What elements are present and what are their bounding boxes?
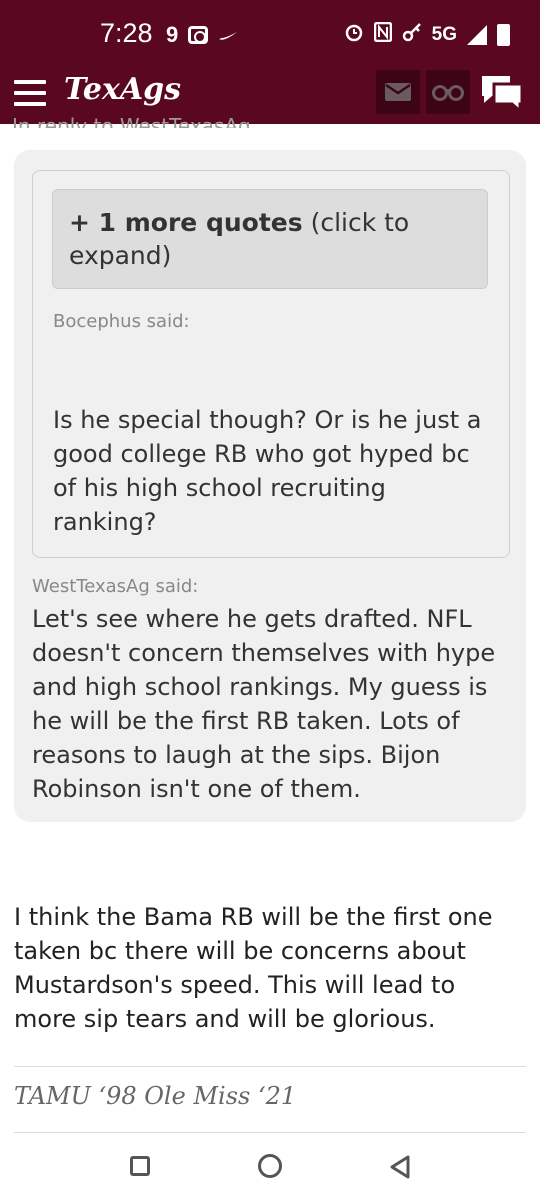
mail-icon <box>385 83 411 101</box>
user-signature: TAMU ‘98 Ole Miss ‘21 <box>14 1082 297 1110</box>
mail-button[interactable] <box>376 70 420 114</box>
nested-quote: + 1 more quotes (click to expand) Boceph… <box>32 170 510 558</box>
swoosh-icon <box>218 22 238 48</box>
expand-quotes-count: + 1 more quotes <box>69 208 303 237</box>
site-logo[interactable]: TexAgs <box>64 72 181 107</box>
chat-icon <box>482 76 524 115</box>
alarm-icon <box>344 22 364 48</box>
quote-block: + 1 more quotes (click to expand) Boceph… <box>14 150 526 822</box>
menu-icon[interactable] <box>14 80 46 108</box>
home-icon[interactable] <box>258 1154 282 1178</box>
key-icon <box>402 22 422 48</box>
quote-author: Bocephus said: <box>53 311 190 332</box>
network-label: 5G <box>431 24 457 45</box>
expand-quotes-button[interactable]: + 1 more quotes (click to expand) <box>52 189 488 289</box>
nfc-icon <box>373 21 392 48</box>
quote-text: Let's see where he gets drafted. NFL doe… <box>32 605 496 803</box>
binoculars-icon <box>432 85 464 101</box>
binoculars-button[interactable] <box>426 70 470 114</box>
recent-apps-icon[interactable] <box>130 1156 150 1176</box>
in-reply-to-link[interactable]: In reply to WestTexasAg <box>12 110 532 128</box>
quote-text: Is he special though? Or is he just a go… <box>53 406 482 536</box>
quote-author: WestTexasAg said: <box>32 576 199 597</box>
status-time: 7:28 <box>100 18 153 48</box>
battery-icon <box>497 24 510 46</box>
notification-badge: 9 <box>166 22 179 47</box>
signal-icon <box>467 25 487 45</box>
status-bar: 7:28 9 5G <box>0 0 540 66</box>
post-body: I think the Bama RB will be the first on… <box>14 903 493 1033</box>
back-icon[interactable] <box>388 1154 412 1184</box>
system-nav-bar <box>0 1136 540 1200</box>
divider <box>14 1066 526 1067</box>
divider <box>14 1132 526 1133</box>
camera-notification-icon <box>188 26 209 44</box>
